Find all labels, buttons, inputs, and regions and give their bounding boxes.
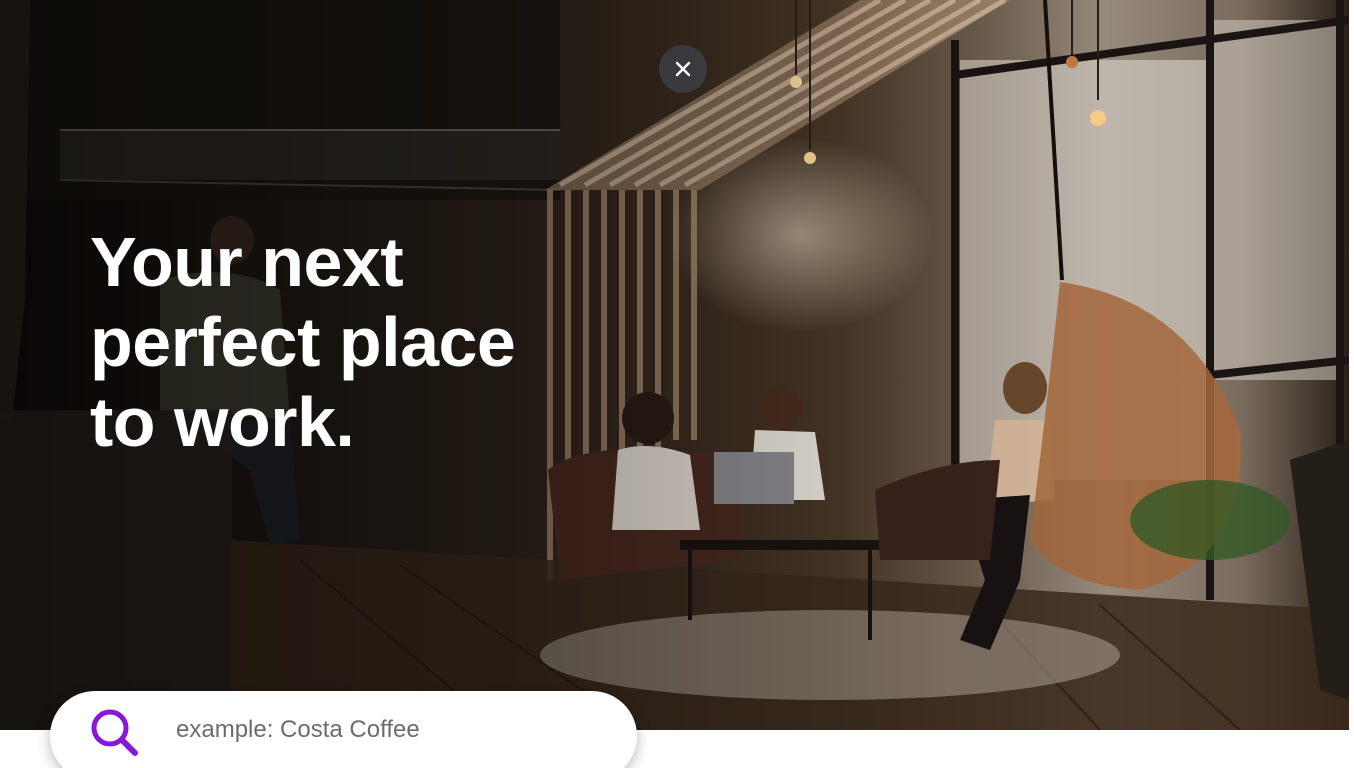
headline-line-3: to work.: [90, 383, 355, 461]
search-bar[interactable]: [50, 691, 637, 768]
close-button[interactable]: [659, 45, 707, 93]
headline-line-1: Your next: [90, 223, 404, 301]
search-input[interactable]: [174, 710, 608, 750]
headline-line-2: perfect place: [90, 303, 516, 381]
hero-headline: Your next perfect place to work.: [90, 222, 610, 462]
search-icon: [91, 709, 138, 756]
close-icon: [675, 61, 691, 77]
page: Your next perfect place to work.: [0, 0, 1354, 768]
scrollbar-gutter: [1349, 0, 1354, 768]
